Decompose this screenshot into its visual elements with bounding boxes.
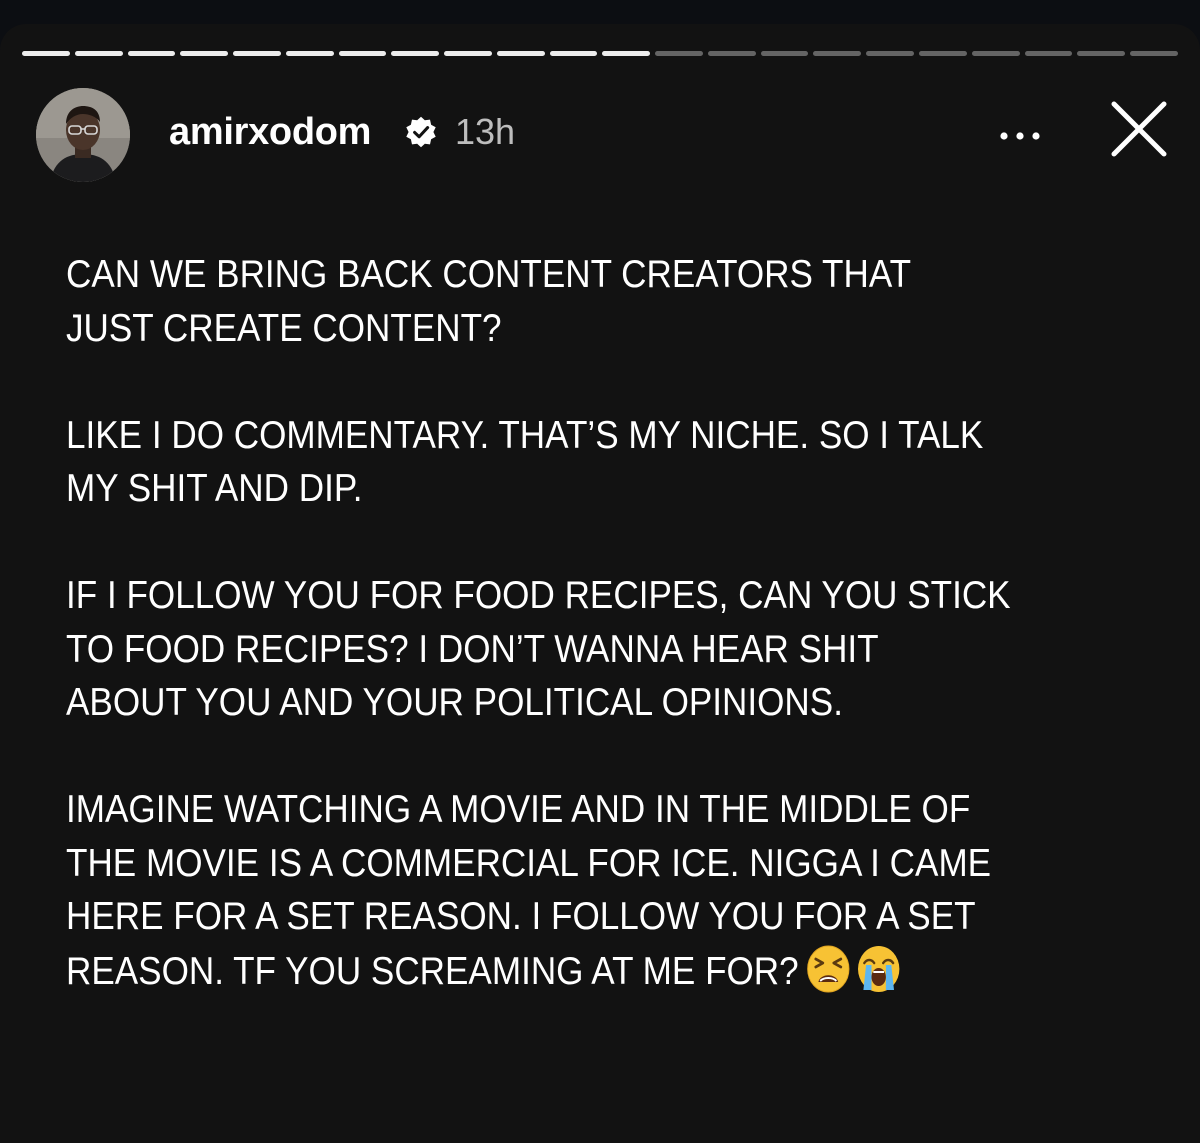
progress-segment: [285, 51, 334, 56]
username[interactable]: amirxodom: [169, 108, 371, 156]
story-paragraph-2: LIKE I DO COMMENTARY. THAT’S MY NICHE. S…: [66, 413, 984, 511]
progress-segment: [391, 51, 440, 56]
story-viewer[interactable]: amirxodom 13h CAN WE BRING BACK CONTENT …: [0, 24, 1200, 1143]
progress-segment: [127, 51, 176, 56]
story-text-content: CAN WE BRING BACK CONTENT CREATORS THAT …: [66, 248, 1128, 1052]
progress-segment: [655, 51, 703, 56]
progress-segment: [760, 51, 809, 56]
loudly-crying-face-emoji: [858, 945, 900, 992]
tired-face-emoji: [807, 945, 850, 992]
progress-segment: [971, 51, 1020, 56]
avatar[interactable]: [36, 88, 130, 182]
progress-segment: [707, 51, 756, 56]
verified-badge-icon: [406, 116, 436, 148]
progress-segment: [74, 51, 123, 56]
avatar-icon: [36, 88, 130, 182]
post-timestamp: 13h: [455, 111, 516, 152]
story-header: amirxodom 13h: [36, 88, 1176, 182]
progress-segment: [496, 51, 545, 56]
progress-segment: [1024, 51, 1073, 56]
progress-segment: [1130, 51, 1178, 56]
progress-segment: [813, 51, 862, 56]
close-icon[interactable]: [1106, 96, 1172, 162]
story-paragraph-3: IF I FOLLOW YOU FOR FOOD RECIPES, CAN YO…: [66, 574, 1011, 724]
more-options-icon[interactable]: [994, 108, 1050, 154]
story-paragraph-1: CAN WE BRING BACK CONTENT CREATORS THAT …: [66, 253, 912, 350]
progress-segment: [866, 51, 915, 56]
progress-segment: [233, 51, 281, 56]
progress-segment: [180, 51, 229, 56]
progress-segment: [919, 51, 967, 56]
progress-segment: [444, 51, 492, 56]
progress-segment: [602, 51, 651, 56]
progress-segment: [338, 51, 387, 56]
story-paragraph-4: IMAGINE WATCHING A MOVIE AND IN THE MIDD…: [66, 783, 1128, 998]
story-progress-bar: [22, 51, 1178, 57]
progress-segment: [549, 51, 598, 56]
progress-segment: [1077, 51, 1126, 56]
story-paragraph-4-text: IMAGINE WATCHING A MOVIE AND IN THE MIDD…: [66, 788, 992, 993]
progress-segment: [22, 51, 70, 56]
